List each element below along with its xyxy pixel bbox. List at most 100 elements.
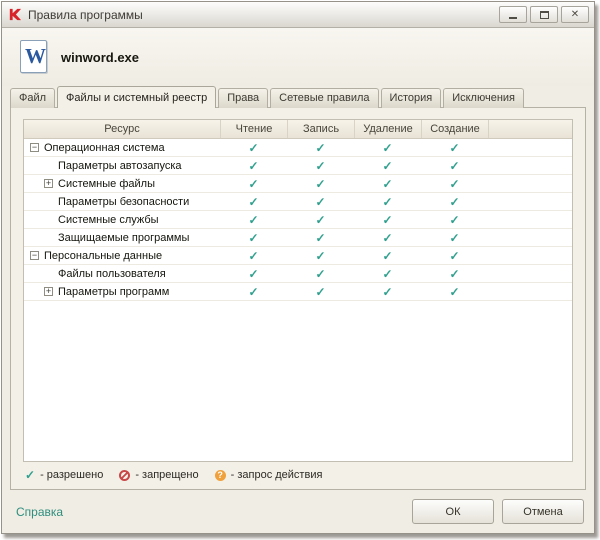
close-icon: ✕ xyxy=(571,10,579,20)
tab-file[interactable]: Файл xyxy=(10,88,55,108)
allowed-check-icon[interactable]: ✓ xyxy=(220,160,287,172)
close-button[interactable]: ✕ xyxy=(561,6,589,23)
collapse-icon[interactable]: − xyxy=(30,251,39,260)
column-header: Чтение xyxy=(220,120,287,138)
tab-network-rules[interactable]: Сетевые правила xyxy=(270,88,378,108)
minimize-button[interactable] xyxy=(499,6,527,23)
prompt-icon: ? xyxy=(215,470,226,481)
resource-cell: Файлы пользователя xyxy=(24,268,220,280)
resource-cell: +Параметры программ xyxy=(24,286,220,298)
allowed-check-icon[interactable]: ✓ xyxy=(421,286,488,298)
resource-label: Файлы пользователя xyxy=(58,268,166,280)
allowed-check-icon[interactable]: ✓ xyxy=(421,196,488,208)
tab-rights[interactable]: Права xyxy=(218,88,268,108)
allowed-check-icon[interactable]: ✓ xyxy=(287,250,354,262)
allowed-check-icon[interactable]: ✓ xyxy=(421,250,488,262)
table-row[interactable]: Защищаемые программы✓✓✓✓ xyxy=(24,229,572,247)
application-header: W winword.exe xyxy=(2,28,594,86)
maximize-button[interactable] xyxy=(530,6,558,23)
tab-files-and-registry[interactable]: Файлы и системный реестр xyxy=(57,86,216,108)
table-row[interactable]: −Персональные данные✓✓✓✓ xyxy=(24,247,572,265)
column-header: Создание xyxy=(421,120,488,138)
allowed-check-icon[interactable]: ✓ xyxy=(220,268,287,280)
title-bar[interactable]: Правила программы ✕ xyxy=(2,2,594,28)
table-row[interactable]: +Параметры программ✓✓✓✓ xyxy=(24,283,572,301)
resource-cell: −Операционная система xyxy=(24,142,220,154)
allowed-check-icon[interactable]: ✓ xyxy=(354,286,421,298)
allowed-check-icon[interactable]: ✓ xyxy=(421,232,488,244)
allowed-check-icon[interactable]: ✓ xyxy=(220,196,287,208)
allowed-check-icon[interactable]: ✓ xyxy=(287,142,354,154)
resource-label: Защищаемые программы xyxy=(58,232,189,244)
table-row[interactable]: +Системные файлы✓✓✓✓ xyxy=(24,175,572,193)
allowed-icon: ✓ xyxy=(25,469,35,481)
allowed-check-icon[interactable]: ✓ xyxy=(287,214,354,226)
window-title: Правила программы xyxy=(28,8,143,22)
legend-item: - запрещено xyxy=(119,469,198,481)
allowed-check-icon[interactable]: ✓ xyxy=(287,286,354,298)
tab-history[interactable]: История xyxy=(381,88,442,108)
ok-button[interactable]: ОК xyxy=(412,499,494,524)
maximize-icon xyxy=(540,11,549,19)
allowed-check-icon[interactable]: ✓ xyxy=(287,160,354,172)
allowed-check-icon[interactable]: ✓ xyxy=(220,214,287,226)
resource-label: Параметры безопасности xyxy=(58,196,189,208)
help-link[interactable]: Справка xyxy=(16,505,63,519)
allowed-check-icon[interactable]: ✓ xyxy=(354,232,421,244)
column-header: Удаление xyxy=(354,120,421,138)
allowed-check-icon[interactable]: ✓ xyxy=(421,268,488,280)
resource-cell: Параметры автозапуска xyxy=(24,160,220,172)
allowed-check-icon[interactable]: ✓ xyxy=(220,178,287,190)
window-controls: ✕ xyxy=(499,6,589,23)
allowed-check-icon[interactable]: ✓ xyxy=(220,250,287,262)
expand-icon[interactable]: + xyxy=(44,287,53,296)
resource-cell: Защищаемые программы xyxy=(24,232,220,244)
table-row[interactable]: Параметры автозапуска✓✓✓✓ xyxy=(24,157,572,175)
kaspersky-icon xyxy=(7,7,22,22)
allowed-check-icon[interactable]: ✓ xyxy=(220,232,287,244)
resource-cell: + Системные файлы xyxy=(24,178,220,190)
allowed-check-icon[interactable]: ✓ xyxy=(287,178,354,190)
allowed-check-icon[interactable]: ✓ xyxy=(421,160,488,172)
allowed-check-icon[interactable]: ✓ xyxy=(220,286,287,298)
allowed-check-icon[interactable]: ✓ xyxy=(354,160,421,172)
table-row[interactable]: Файлы пользователя✓✓✓✓ xyxy=(24,265,572,283)
resource-label: Персональные данные xyxy=(44,250,162,262)
resource-cell: −Персональные данные xyxy=(24,250,220,262)
allowed-check-icon[interactable]: ✓ xyxy=(354,196,421,208)
allowed-check-icon[interactable]: ✓ xyxy=(421,214,488,226)
table-header: РесурсЧтениеЗаписьУдалениеСоздание xyxy=(24,120,572,139)
resource-label: Системные службы xyxy=(58,214,159,226)
column-header-filler xyxy=(488,120,572,138)
allowed-check-icon[interactable]: ✓ xyxy=(220,142,287,154)
tab-page-panel: РесурсЧтениеЗаписьУдалениеСоздание −Опер… xyxy=(10,107,586,490)
table-row[interactable]: −Операционная система✓✓✓✓ xyxy=(24,139,572,157)
resource-label: Системные файлы xyxy=(58,178,155,190)
denied-icon xyxy=(119,470,130,481)
footer-buttons: ОК Отмена xyxy=(412,499,584,524)
allowed-check-icon[interactable]: ✓ xyxy=(287,268,354,280)
allowed-check-icon[interactable]: ✓ xyxy=(421,142,488,154)
table-row[interactable]: Системные службы✓✓✓✓ xyxy=(24,211,572,229)
allowed-check-icon[interactable]: ✓ xyxy=(354,178,421,190)
allowed-check-icon[interactable]: ✓ xyxy=(354,142,421,154)
collapse-icon[interactable]: − xyxy=(30,143,39,152)
column-header: Ресурс xyxy=(24,120,220,138)
tab-exclusions[interactable]: Исключения xyxy=(443,88,524,108)
legend-item: ? - запрос действия xyxy=(215,469,323,481)
cancel-button[interactable]: Отмена xyxy=(502,499,584,524)
expand-icon[interactable]: + xyxy=(44,179,53,188)
column-header: Запись xyxy=(287,120,354,138)
application-rules-dialog: Правила программы ✕ W winword.exe ФайлФа… xyxy=(1,1,595,534)
allowed-check-icon[interactable]: ✓ xyxy=(354,268,421,280)
resource-label: Операционная система xyxy=(44,142,165,154)
word-logo-letter: W xyxy=(25,44,46,69)
allowed-check-icon[interactable]: ✓ xyxy=(354,250,421,262)
allowed-check-icon[interactable]: ✓ xyxy=(354,214,421,226)
allowed-check-icon[interactable]: ✓ xyxy=(287,232,354,244)
table-row[interactable]: Параметры безопасности✓✓✓✓ xyxy=(24,193,572,211)
resource-label: Параметры автозапуска xyxy=(58,160,182,172)
allowed-check-icon[interactable]: ✓ xyxy=(421,178,488,190)
allowed-check-icon[interactable]: ✓ xyxy=(287,196,354,208)
legend-label: - запрос действия xyxy=(231,469,323,481)
